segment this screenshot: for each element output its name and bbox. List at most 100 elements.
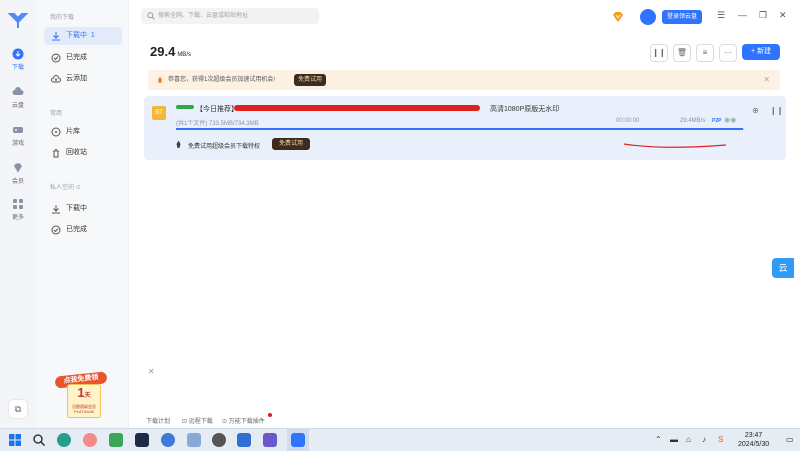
cloud-icon <box>12 87 24 95</box>
xunlei-app-icon[interactable] <box>161 433 175 447</box>
sidebar-label-cloud-add: 云添加 <box>66 75 87 82</box>
sort-icon[interactable]: ≡ <box>696 44 714 62</box>
sidebar-item-private-downloading[interactable]: 下载中 <box>44 200 122 218</box>
downloading-count: 1 <box>90 32 95 39</box>
clock-date: 2024/5/30 <box>738 441 770 448</box>
film-icon <box>51 127 61 137</box>
mini-mode-icon[interactable]: ⧉ <box>9 400 27 418</box>
free-vip-promo[interactable]: 点我免费领 1天 迅雷超级会员 PLATINUM ✕ <box>54 367 155 418</box>
system-clock[interactable]: 23:47 2024/5/30 <box>738 431 769 449</box>
clock-time: 23:47 <box>744 432 763 439</box>
download-arrow-icon <box>52 205 60 214</box>
tray-app-icon[interactable]: ▬ <box>670 435 678 444</box>
search-placeholder: 搜索全网、下载、云盘或粘贴地址 <box>158 13 249 19</box>
windows-taskbar: ⌃ ▬ ⌂ ♪ S 23:47 2024/5/30 ▭ <box>0 428 800 451</box>
sidebar-label-theater: 片库 <box>66 128 80 135</box>
app-icon[interactable] <box>237 433 251 447</box>
search-icon[interactable] <box>32 433 46 447</box>
check-circle-icon <box>51 53 61 63</box>
thunder-download-window: 下载 云盘 游戏 会员 更多 ⧉ 我的下载 下载中 1 已完成 云添加 常用 片… <box>0 0 800 428</box>
restore-icon[interactable]: ❐ <box>759 10 767 21</box>
pause-all-icon[interactable]: ❙❙ <box>650 44 668 62</box>
minimize-icon[interactable]: — <box>738 10 747 20</box>
notes-app-icon[interactable] <box>109 433 123 447</box>
close-icon[interactable]: ✕ <box>779 10 787 21</box>
rail-label-cloud: 云盘 <box>11 103 24 109</box>
sidebar-label-recycle: 回收站 <box>66 149 87 156</box>
group-common: 常用 <box>50 111 63 117</box>
promo-card: 1天 迅雷超级会员 PLATINUM <box>67 384 101 418</box>
rail-label-game: 游戏 <box>11 141 24 147</box>
sidebar-label-private-completed: 已完成 <box>66 226 87 233</box>
tray-chevron-icon[interactable]: ⌃ <box>655 435 662 444</box>
search-input[interactable]: 搜索全网、下载、云盘或粘贴地址 <box>141 8 319 24</box>
rail-item-download[interactable]: 下载 <box>0 48 36 71</box>
p2p-badge: P2P <box>712 118 722 124</box>
rail-label-more: 更多 <box>11 215 24 221</box>
sidebar-item-completed[interactable]: 已完成 <box>44 49 122 67</box>
volume-icon[interactable]: ♪ <box>702 435 706 444</box>
notification-icon[interactable]: ▭ <box>786 435 794 444</box>
edge-browser-icon[interactable] <box>57 433 71 447</box>
new-task-button[interactable]: + 新建 <box>742 44 780 60</box>
sidebar-item-recycle[interactable]: 回收站 <box>44 144 122 162</box>
task-progress-fill <box>176 128 744 130</box>
task-more-icon[interactable]: ⊕ <box>752 106 759 115</box>
download-sidebar: 我的下载 下载中 1 已完成 云添加 常用 片库 回收站 私人空间 ⊙ 下载中 <box>36 0 155 428</box>
gamepad-icon <box>13 127 23 133</box>
vip-try-button[interactable]: 免费试用 <box>272 138 310 150</box>
rail-item-more[interactable]: 更多 <box>0 198 36 221</box>
sidebar-item-cloud-add[interactable]: 云添加 <box>44 70 122 88</box>
ime-icon[interactable]: S <box>718 435 723 444</box>
rail-item-cloud[interactable]: 云盘 <box>0 86 36 109</box>
notice-try-button[interactable]: 免费试用 <box>294 74 326 86</box>
app-icon[interactable] <box>263 433 277 447</box>
annotation-red-underline <box>623 143 727 148</box>
sidebar-item-private-completed[interactable]: 已完成 <box>44 221 122 239</box>
group-private-space: 私人空间 ⊙ <box>50 185 81 191</box>
rail-label-download: 下载 <box>11 65 24 71</box>
search-icon <box>147 12 155 20</box>
login-vip-button[interactable]: 登录领云盘 <box>662 10 702 24</box>
check-circle-icon <box>51 225 61 235</box>
download-arrow-icon <box>52 32 60 41</box>
task-meta: (共1个文件) 733.5MB/734.3MB <box>176 121 259 127</box>
delete-icon[interactable]: 🗑 <box>673 44 691 62</box>
notice-close-icon[interactable]: ✕ <box>763 70 770 90</box>
settings-gear-icon[interactable] <box>212 433 226 447</box>
cloud-add-icon <box>51 75 61 83</box>
ide-app-icon[interactable] <box>135 433 149 447</box>
rail-item-vip[interactable]: 会员 <box>0 162 36 185</box>
task-pause-icon[interactable]: ❙❙ <box>770 106 783 115</box>
promo-line2: PLATINUM <box>74 409 94 414</box>
rail-item-game[interactable]: 游戏 <box>0 124 36 147</box>
sidebar-item-theater[interactable]: 片库 <box>44 123 122 141</box>
more-icon[interactable]: ··· <box>719 44 737 62</box>
windows-start-icon[interactable] <box>8 433 22 447</box>
universal-plugin-link[interactable]: ⊙ 万能下载插件 <box>222 416 265 425</box>
thunder-taskbar-icon[interactable] <box>291 433 305 447</box>
rocket-icon <box>176 140 181 148</box>
avatar[interactable] <box>640 9 656 25</box>
vip-gem-icon[interactable] <box>612 11 624 23</box>
trash-icon <box>53 149 59 158</box>
diamond-icon <box>14 163 22 173</box>
task-remaining-time: 00:00:00 <box>616 118 640 124</box>
menu-icon[interactable]: ☰ <box>717 10 725 21</box>
mail-app-icon[interactable] <box>187 433 201 447</box>
sidebar-label-completed: 已完成 <box>66 54 87 61</box>
bt-folder-icon: BT <box>152 106 166 120</box>
vip-speedup-message: 免费试用超级会员下载特权 <box>188 144 261 150</box>
download-plan-link[interactable]: 下载计划 <box>146 416 170 425</box>
sidebar-item-downloading[interactable]: 下载中 1 <box>44 27 122 45</box>
total-speed: 29.4 MB/s <box>150 44 191 59</box>
remote-download-link[interactable]: ⊡ 远程下载 <box>182 416 213 425</box>
color-app-icon[interactable] <box>83 433 97 447</box>
network-icon[interactable]: ⌂ <box>686 435 691 444</box>
cloud-float-button[interactable]: 云 <box>772 258 794 278</box>
private-toggle-icon[interactable]: ⊙ <box>76 185 81 191</box>
promo-close-icon[interactable]: ✕ <box>148 367 155 376</box>
notice-message: 恭喜您，获得1次超级会员加速试用机会! <box>168 77 276 83</box>
grid-icon <box>13 199 23 209</box>
task-rate: 29.4MB/s <box>680 118 706 124</box>
